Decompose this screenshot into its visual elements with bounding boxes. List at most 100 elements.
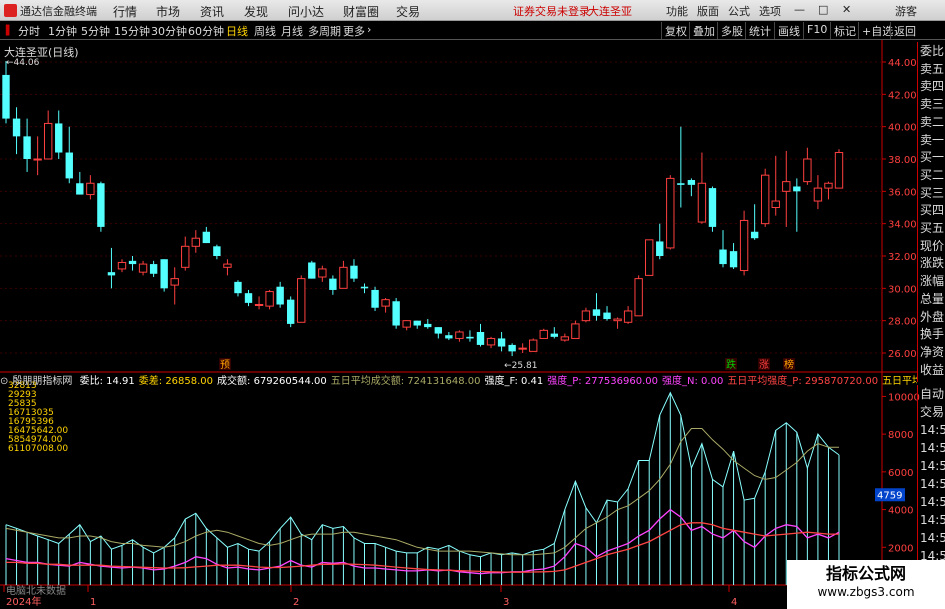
menu-xiaoda[interactable]: 问小达 xyxy=(288,3,324,20)
price-tick-label: 44.00 xyxy=(888,58,917,69)
btn-overlay[interactable]: 叠加 xyxy=(689,22,718,39)
side-label[interactable]: 现价 xyxy=(920,239,944,253)
candle-body-down xyxy=(392,301,400,326)
menu-quotes[interactable]: 行情 xyxy=(113,3,137,20)
menu-function[interactable]: 功能 xyxy=(666,3,688,19)
toggle-icon[interactable]: ❚ xyxy=(3,23,12,36)
btn-draw[interactable]: 画线 xyxy=(774,22,803,39)
side-label[interactable]: 卖二 xyxy=(920,115,944,129)
indicator-collapse-icon[interactable]: ⊙ xyxy=(0,376,8,387)
btn-f10[interactable]: F10 xyxy=(803,22,830,39)
indicator-field: 五日平均成交额: 724131648.00 xyxy=(330,376,481,387)
avg-strength-line xyxy=(6,522,839,573)
btn-stats[interactable]: 统计 xyxy=(745,22,774,39)
candle-body-down xyxy=(308,262,316,279)
indicator-left-value: 61107008.00 xyxy=(8,444,68,454)
price-tick-label: 34.00 xyxy=(888,220,917,231)
chevron-right-icon[interactable]: › xyxy=(367,23,371,36)
time-axis-label: 1 xyxy=(90,597,96,608)
trade-side-label[interactable]: 14:5 xyxy=(920,513,945,527)
side-label[interactable]: 外盘 xyxy=(920,310,944,324)
price-tick-label: 26.00 xyxy=(888,349,917,360)
candle-body-up xyxy=(782,181,791,192)
candle-body-down xyxy=(149,264,158,274)
candle-body-down xyxy=(23,136,31,159)
candle-body-down xyxy=(656,241,664,256)
candle-body-down xyxy=(466,336,474,339)
side-label[interactable]: 卖一 xyxy=(920,133,944,147)
btn-adjust[interactable]: 复权 xyxy=(661,22,690,39)
tf-monthly[interactable]: 月线 xyxy=(281,23,303,39)
side-label[interactable]: 买五 xyxy=(920,221,944,235)
side-label[interactable]: 换手 xyxy=(920,327,944,341)
btn-multi-stock[interactable]: 多股 xyxy=(717,22,746,39)
volume-tick-label: 10000 xyxy=(888,392,920,403)
trade-side-label[interactable]: 14:5 xyxy=(920,441,945,455)
time-axis-label: 2 xyxy=(293,597,299,608)
candle-body-up xyxy=(803,158,812,183)
side-label[interactable]: 买四 xyxy=(920,203,944,217)
menu-discover[interactable]: 发现 xyxy=(244,3,268,20)
tf-weekly[interactable]: 周线 xyxy=(254,23,276,39)
tf-60min[interactable]: 60分钟 xyxy=(188,23,224,39)
menu-trade[interactable]: 交易 xyxy=(396,3,420,20)
side-label[interactable]: 涨幅 xyxy=(920,274,944,288)
trade-side-label[interactable]: 自动 xyxy=(920,387,944,401)
side-label[interactable]: 买一 xyxy=(920,150,944,164)
tf-30min[interactable]: 30分钟 xyxy=(151,23,187,39)
trade-side-label[interactable]: 14:5 xyxy=(920,459,945,473)
tf-5min[interactable]: 5分钟 xyxy=(81,23,110,39)
candle-body-up xyxy=(613,318,622,322)
trade-side-label[interactable]: 14:5 xyxy=(920,477,945,491)
candle-body-down xyxy=(244,293,253,303)
tf-multi[interactable]: 多周期 xyxy=(308,23,341,39)
event-marker: 涨 xyxy=(759,359,769,371)
side-label[interactable]: 委比 xyxy=(920,44,944,58)
side-label[interactable]: 涨跌 xyxy=(920,256,944,270)
candle-body-up xyxy=(760,174,770,225)
trade-side-label[interactable]: 14:5 xyxy=(920,495,945,509)
chart-canvas[interactable]: 44.00 42.00 40.00 38.00 36.00 34.00 32.00 30.00… xyxy=(0,40,945,609)
side-label[interactable]: 买三 xyxy=(920,186,944,200)
candle-body-down xyxy=(592,309,601,316)
user-label[interactable]: 游客 xyxy=(895,3,917,19)
side-label[interactable]: 总量 xyxy=(920,292,944,306)
side-label[interactable]: 净资 xyxy=(920,345,944,359)
tf-1min[interactable]: 1分钟 xyxy=(48,23,77,39)
menu-news[interactable]: 资讯 xyxy=(200,3,224,20)
indicator-field: 强度_N: 0.00 xyxy=(662,376,724,387)
candle-body-up xyxy=(539,329,548,339)
side-label[interactable]: 卖五 xyxy=(920,62,944,76)
time-axis-label: 3 xyxy=(503,597,509,608)
tf-15min[interactable]: 15分钟 xyxy=(114,23,150,39)
candle-body-up xyxy=(634,278,643,317)
candle-body-down xyxy=(371,289,379,308)
btn-back[interactable]: 返回 xyxy=(890,22,919,39)
trade-side-label[interactable]: 14:5 xyxy=(920,423,945,437)
close-icon[interactable]: ✕ xyxy=(842,3,851,16)
side-label[interactable]: 买二 xyxy=(920,168,944,182)
period-toolbar: ❚ 分时 1分钟 5分钟 15分钟 30分钟 60分钟 日线 周线 月线 多周期… xyxy=(0,21,945,40)
tf-more[interactable]: 更多 xyxy=(343,23,365,39)
menu-layout[interactable]: 版面 xyxy=(697,3,719,19)
trade-side-label[interactable]: 14:5 xyxy=(920,531,945,545)
indicator-field: 强度_P: 277536960.00 xyxy=(547,376,659,387)
menu-formula[interactable]: 公式 xyxy=(728,3,750,19)
stock-name: 大连圣亚 xyxy=(588,5,632,18)
minimize-icon[interactable]: — xyxy=(794,3,805,16)
side-label[interactable]: 卖三 xyxy=(920,97,944,111)
candle-body-up xyxy=(771,200,780,209)
side-label[interactable]: 收益 xyxy=(920,363,944,377)
tf-intraday[interactable]: 分时 xyxy=(18,23,40,39)
menu-options[interactable]: 选项 xyxy=(759,3,781,19)
trade-side-label[interactable]: 交易 xyxy=(920,405,944,419)
maximize-icon[interactable]: □ xyxy=(818,3,828,16)
menu-wealth[interactable]: 财富圈 xyxy=(343,3,379,20)
menu-market[interactable]: 市场 xyxy=(156,3,180,20)
login-status: 证券交易未登录 xyxy=(513,5,590,18)
btn-mark[interactable]: 标记 xyxy=(830,22,859,39)
side-label[interactable]: 卖四 xyxy=(920,79,944,93)
candle-body-up xyxy=(739,219,749,272)
indicator-field: 五日平均强度_P: 295870720.00 xyxy=(727,376,879,387)
tf-daily[interactable]: 日线 xyxy=(226,23,248,39)
